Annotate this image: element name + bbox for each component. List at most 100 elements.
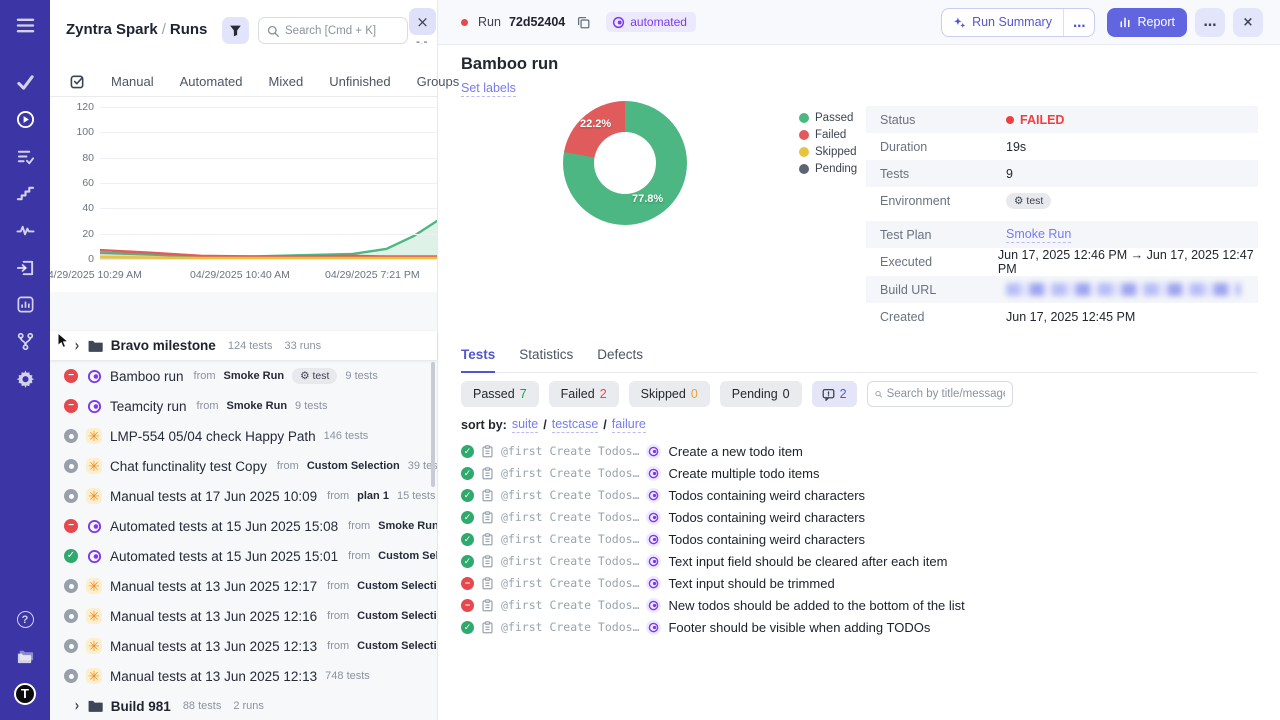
- branch-icon[interactable]: [0, 323, 50, 360]
- filter-chip-passed[interactable]: Passed7: [461, 381, 539, 407]
- run-row[interactable]: ✳ Manual tests at 13 Jun 2025 12:16 from…: [50, 601, 437, 631]
- filter-chip-skipped[interactable]: Skipped0: [629, 381, 710, 407]
- test-row[interactable]: ✓ @first Create Todos… Todos containing …: [461, 484, 1261, 506]
- test-title[interactable]: Create multiple todo items: [668, 466, 819, 481]
- runs-tab-mixed[interactable]: Mixed: [269, 74, 304, 89]
- run-row[interactable]: ✳ Manual tests at 13 Jun 2025 12:13 748 …: [50, 661, 437, 691]
- scrollbar-thumb[interactable]: [431, 362, 435, 487]
- runs-tab-manual[interactable]: Manual: [111, 74, 154, 89]
- menu-icon[interactable]: [0, 0, 50, 50]
- gear-icon[interactable]: [0, 360, 50, 397]
- environment-badge[interactable]: ⚙test: [1006, 193, 1051, 209]
- run-summary-more-button[interactable]: …: [1063, 9, 1095, 36]
- run-plan-name: Smoke Run: [378, 520, 437, 532]
- test-row[interactable]: ✓ @first Create Todos… Create a new todo…: [461, 440, 1261, 462]
- test-suite-path[interactable]: @first Create Todos…: [501, 620, 639, 634]
- run-row[interactable]: − Automated tests at 15 Jun 2025 15:08 f…: [50, 511, 437, 541]
- breadcrumb-project[interactable]: Zyntra Spark: [66, 21, 158, 38]
- test-row[interactable]: − @first Create Todos… New todos should …: [461, 594, 1261, 616]
- info-value[interactable]: Smoke Run: [1006, 227, 1071, 243]
- test-row[interactable]: ✓ @first Create Todos… Create multiple t…: [461, 462, 1261, 484]
- tests-search-input[interactable]: [887, 388, 1005, 400]
- analytics-icon[interactable]: [0, 286, 50, 323]
- test-row[interactable]: ✓ @first Create Todos… Footer should be …: [461, 616, 1261, 638]
- test-title[interactable]: Todos containing weird characters: [668, 488, 865, 503]
- test-suite-path[interactable]: @first Create Todos…: [501, 510, 639, 524]
- build-url-blurred[interactable]: [1006, 283, 1241, 296]
- close-run-button[interactable]: ×: [1233, 8, 1263, 37]
- tab-statistics[interactable]: Statistics: [519, 347, 573, 372]
- test-row[interactable]: ✓ @first Create Todos… Todos containing …: [461, 528, 1261, 550]
- select-checkbox-icon[interactable]: [70, 74, 85, 89]
- y-tick-label: 20: [64, 228, 94, 240]
- test-suite-path[interactable]: @first Create Todos…: [501, 554, 639, 568]
- run-row[interactable]: ✳ Manual tests at 17 Jun 2025 10:09 from…: [50, 481, 437, 511]
- steps-icon[interactable]: [0, 175, 50, 212]
- test-suite-path[interactable]: @first Create Todos…: [501, 466, 639, 480]
- info-label: Environment: [880, 194, 1006, 208]
- test-title[interactable]: Todos containing weird characters: [668, 532, 865, 547]
- report-button[interactable]: Report: [1107, 8, 1187, 37]
- sort-option-testcase[interactable]: testcase: [552, 417, 599, 433]
- search-icon: [267, 25, 279, 37]
- test-title[interactable]: Text input should be trimmed: [668, 576, 834, 591]
- sign-in-icon[interactable]: [0, 249, 50, 286]
- run-row[interactable]: − Teamcity run from Smoke Run 9 tests: [50, 391, 437, 421]
- test-row[interactable]: − @first Create Todos… Text input should…: [461, 572, 1261, 594]
- run-row[interactable]: ✳ LMP-554 05/04 check Happy Path 146 tes…: [50, 421, 437, 451]
- projects-icon[interactable]: [0, 638, 50, 675]
- run-row[interactable]: ✓ Automated tests at 15 Jun 2025 15:01 f…: [50, 541, 437, 571]
- copy-icon[interactable]: [577, 16, 590, 29]
- filter-chip-pending[interactable]: Pending0: [720, 381, 802, 407]
- test-row[interactable]: ✓ @first Create Todos… Todos containing …: [461, 506, 1261, 528]
- list-check-icon[interactable]: [0, 138, 50, 175]
- test-suite-path[interactable]: @first Create Todos…: [501, 532, 639, 546]
- test-title[interactable]: Todos containing weird characters: [668, 510, 865, 525]
- runs-tab-unfinished[interactable]: Unfinished: [329, 74, 390, 89]
- run-summary-button[interactable]: Run Summary: [942, 9, 1063, 36]
- detail-tabs: Tests Statistics Defects: [461, 347, 1257, 373]
- test-title[interactable]: Create a new todo item: [668, 444, 802, 459]
- test-title[interactable]: New todos should be added to the bottom …: [668, 598, 964, 613]
- run-row[interactable]: ✳ Manual tests at 13 Jun 2025 12:13 from…: [50, 631, 437, 661]
- tests-search[interactable]: [867, 381, 1013, 407]
- runs-tab-automated[interactable]: Automated: [180, 74, 243, 89]
- check-icon[interactable]: [0, 64, 50, 101]
- play-circle-icon[interactable]: [0, 101, 50, 138]
- test-title[interactable]: Text input field should be cleared after…: [668, 554, 947, 569]
- runs-search-input[interactable]: [285, 25, 395, 37]
- sort-option-suite[interactable]: suite: [512, 417, 538, 433]
- comments-filter-chip[interactable]: 2: [812, 381, 857, 407]
- test-suite-path[interactable]: @first Create Todos…: [501, 598, 639, 612]
- test-suite-path[interactable]: @first Create Todos…: [501, 488, 639, 502]
- sort-option-failure[interactable]: failure: [612, 417, 646, 433]
- test-title[interactable]: Footer should be visible when adding TOD…: [668, 620, 930, 635]
- chevron-right-icon[interactable]: ›: [75, 336, 80, 355]
- run-tests-count: 146 tests: [324, 430, 369, 442]
- sort-by-label: sort by:: [461, 418, 507, 432]
- run-row[interactable]: − Bamboo run from Smoke Run ⚙test 9 test…: [50, 361, 437, 391]
- milestone-row[interactable]: › Bravo milestone 124 tests 33 runs: [50, 331, 437, 360]
- testomat-logo[interactable]: T: [0, 675, 50, 712]
- run-row[interactable]: ✳ Manual tests at 13 Jun 2025 12:17 from…: [50, 571, 437, 601]
- runs-tab-groups[interactable]: Groups: [417, 74, 460, 89]
- help-icon[interactable]: ?: [0, 601, 50, 638]
- tab-defects[interactable]: Defects: [597, 347, 643, 372]
- panel-close-button[interactable]: ×: [409, 8, 436, 35]
- chevron-right-icon[interactable]: ›: [75, 696, 80, 715]
- test-suite-path[interactable]: @first Create Todos…: [501, 576, 639, 590]
- build-folder-row[interactable]: › Build 981 88 tests 2 runs: [50, 692, 437, 720]
- set-labels-link[interactable]: Set labels: [461, 81, 516, 97]
- test-plan-link[interactable]: Smoke Run: [1006, 227, 1071, 243]
- test-suite-path[interactable]: @first Create Todos…: [501, 444, 639, 458]
- filter-button[interactable]: [222, 17, 249, 44]
- filter-chip-failed[interactable]: Failed2: [549, 381, 619, 407]
- run-row[interactable]: ✳ Chat functinality test Copy from Custo…: [50, 451, 437, 481]
- info-row-executed: ExecutedJun 17, 2025 12:46 PM → Jun 17, …: [866, 248, 1258, 276]
- activity-icon[interactable]: [0, 212, 50, 249]
- more-actions-button[interactable]: …: [1195, 8, 1225, 37]
- tab-tests[interactable]: Tests: [461, 347, 495, 373]
- test-row[interactable]: ✓ @first Create Todos… Text input field …: [461, 550, 1261, 572]
- runs-search[interactable]: [258, 17, 408, 44]
- automated-badge[interactable]: automated: [606, 12, 696, 32]
